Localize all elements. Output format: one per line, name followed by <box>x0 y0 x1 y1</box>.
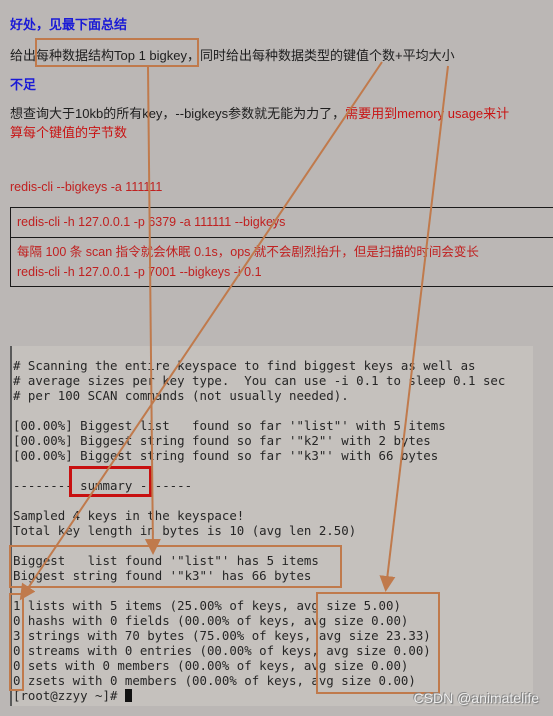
type-line: 0 streams with 0 entries (00.00% of keys… <box>13 643 431 658</box>
table-row-line: 每隔 100 条 scan 指令就会休眠 0.1s，ops 就不会剧烈抬升，但是… <box>17 245 479 259</box>
type-line: 1 lists with 5 items (25.00% of keys, av… <box>13 598 401 613</box>
shortcoming-paragraph: 想查询大于10kb的所有key，--bigkeys参数就无能为力了，需要用到me… <box>10 104 545 142</box>
type-line: 3 strings with 70 bytes (75.00% of keys,… <box>13 628 431 643</box>
command-table: redis-cli -h 127.0.0.1 -p 6379 -a 111111… <box>10 207 553 287</box>
benefit-text-post: ，同时给出每种数据类型的键值个数+平均大小 <box>187 48 455 63</box>
table-row-line: redis-cli -h 127.0.0.1 -p 6379 -a 111111… <box>17 215 286 229</box>
terminal-line: # average sizes per key type. You can us… <box>13 373 506 388</box>
terminal-line: # per 100 SCAN commands (not usually nee… <box>13 388 349 403</box>
terminal-output: # Scanning the entire keyspace to find b… <box>10 346 533 706</box>
table-row: 每隔 100 条 scan 指令就会休眠 0.1s，ops 就不会剧烈抬升，但是… <box>11 237 553 286</box>
heading-shortcoming: 不足 <box>10 77 37 92</box>
terminal-line: [00.00%] Biggest string found so far '"k… <box>13 433 431 448</box>
annotation-box-summary <box>69 466 152 497</box>
shortcoming-red-text-2: 算每个键值的字节数 <box>10 125 128 140</box>
type-line: 0 zsets with 0 members (00.00% of keys, … <box>13 673 416 688</box>
table-row: redis-cli -h 127.0.0.1 -p 6379 -a 111111… <box>11 208 553 237</box>
type-line: 0 sets with 0 members (00.00% of keys, a… <box>13 658 409 673</box>
benefit-text-pre: 给出 <box>10 48 37 63</box>
annotation-box-biggest <box>9 545 342 588</box>
terminal-line: # Scanning the entire keyspace to find b… <box>13 358 476 373</box>
shortcoming-text: 想查询大于10kb的所有key，--bigkeys参数就无能为力了， <box>10 106 346 121</box>
cmd-simple: redis-cli --bigkeys -a 111111 <box>10 180 163 194</box>
heading-benefit: 好处，见最下面总结 <box>10 17 128 32</box>
table-row-line: redis-cli -h 127.0.0.1 -p 7001 --bigkeys… <box>17 265 262 279</box>
terminal-line: Total key length in bytes is 10 (avg len… <box>13 523 357 538</box>
cursor-icon <box>124 689 132 702</box>
annotation-box-top1 <box>35 38 199 67</box>
terminal-line: Sampled 4 keys in the keyspace! <box>13 508 245 523</box>
annotation-box-counts <box>9 593 24 691</box>
prompt-text: [root@zzyy ~]# <box>13 688 125 703</box>
shortcoming-red-text: 需要用到memory usage来计 <box>345 106 510 121</box>
terminal-line: [00.00%] Biggest string found so far '"k… <box>13 448 439 463</box>
type-line: 0 hashs with 0 fields (00.00% of keys, a… <box>13 613 409 628</box>
watermark: CSDN @animatelife <box>413 690 539 706</box>
terminal-line: [00.00%] Biggest list found so far '"lis… <box>13 418 446 433</box>
annotation-box-avg-size <box>316 592 440 694</box>
